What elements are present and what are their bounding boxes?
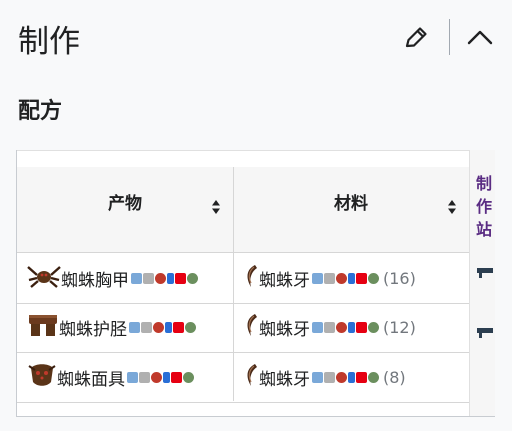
old-gen-console-icon xyxy=(155,272,166,284)
old-gen-console-icon xyxy=(153,321,164,333)
edit-button[interactable] xyxy=(398,22,434,58)
product-cell: 蜘蛛护胫 xyxy=(27,302,233,352)
console-icon xyxy=(324,371,335,383)
ingredient-count: (12) xyxy=(383,317,416,337)
section-header: 制作 xyxy=(0,0,512,80)
section-title: 制作 xyxy=(18,24,80,60)
tmodloader-icon xyxy=(368,272,379,284)
chevron-up-icon xyxy=(465,23,495,57)
ingredients-header-label: 材料 xyxy=(334,194,368,214)
ingredients-column-header[interactable]: 材料 xyxy=(233,167,469,253)
tmodloader-icon xyxy=(183,371,194,383)
mobile-icon xyxy=(348,321,355,333)
console-icon xyxy=(141,321,152,333)
ingredient-cell: 蜘蛛牙 (12) xyxy=(243,302,469,352)
console-icon xyxy=(324,272,335,284)
tmodloader-icon xyxy=(368,321,379,333)
desktop-icon xyxy=(131,272,142,284)
old-gen-console-icon xyxy=(336,272,347,284)
platform-icons xyxy=(127,371,194,383)
spider-fang-icon[interactable] xyxy=(243,362,259,392)
pencil-icon xyxy=(402,24,430,56)
ingredient-link[interactable]: 蜘蛛牙 xyxy=(259,365,310,390)
table-row: 蜘蛛面具 蜘蛛牙 (8) xyxy=(17,352,469,403)
platform-icons xyxy=(312,272,379,284)
mobile-icon xyxy=(167,272,174,284)
spider-greaves-icon[interactable] xyxy=(27,312,59,342)
product-cell: 蜘蛛面具 xyxy=(27,352,233,402)
recipes-heading: 配方 xyxy=(18,99,63,124)
station-header-label: 制作站 xyxy=(476,174,493,239)
spider-fang-icon[interactable] xyxy=(243,263,259,293)
switch-icon xyxy=(356,321,367,333)
crafting-station-icon[interactable] xyxy=(476,264,494,278)
spider-breastplate-icon[interactable] xyxy=(27,263,61,293)
product-link[interactable]: 蜘蛛护胫 xyxy=(59,315,127,340)
switch-icon xyxy=(173,321,184,333)
sort-icon[interactable] xyxy=(447,199,457,215)
recipes-table[interactable]: 产物 材料 蜘蛛胸甲 蜘蛛牙 (16) 蜘蛛护胫 蜘蛛牙 (12) 蜘蛛面具 蜘… xyxy=(16,150,495,417)
spider-mask-icon[interactable] xyxy=(27,362,57,392)
table-row: 蜘蛛护胫 蜘蛛牙 (12) xyxy=(17,302,469,353)
ingredient-link[interactable]: 蜘蛛牙 xyxy=(259,266,310,291)
product-link[interactable]: 蜘蛛面具 xyxy=(57,365,125,390)
desktop-icon xyxy=(312,321,323,333)
console-icon xyxy=(139,371,150,383)
desktop-icon xyxy=(127,371,138,383)
header-divider xyxy=(449,19,450,55)
desktop-icon xyxy=(312,272,323,284)
old-gen-console-icon xyxy=(151,371,162,383)
collapse-button[interactable] xyxy=(462,22,498,58)
spider-fang-icon[interactable] xyxy=(243,312,259,342)
product-link[interactable]: 蜘蛛胸甲 xyxy=(61,266,129,291)
switch-icon xyxy=(171,371,182,383)
crafting-station-icon[interactable] xyxy=(476,324,494,338)
old-gen-console-icon xyxy=(336,371,347,383)
console-icon xyxy=(143,272,154,284)
ingredient-count: (16) xyxy=(383,268,416,288)
mobile-icon xyxy=(163,371,170,383)
desktop-icon xyxy=(312,371,323,383)
tmodloader-icon xyxy=(185,321,196,333)
tmodloader-icon xyxy=(187,272,198,284)
platform-icons xyxy=(131,272,198,284)
desktop-icon xyxy=(129,321,140,333)
product-header-label: 产物 xyxy=(108,194,142,214)
console-icon xyxy=(324,321,335,333)
product-cell: 蜘蛛胸甲 xyxy=(27,253,233,303)
platform-icons xyxy=(312,371,379,383)
table-row: 蜘蛛胸甲 蜘蛛牙 (16) xyxy=(17,252,469,304)
table-header: 产物 材料 xyxy=(17,167,469,253)
tmodloader-icon xyxy=(368,371,379,383)
platform-icons xyxy=(129,321,196,333)
product-column-header[interactable]: 产物 xyxy=(17,167,233,253)
switch-icon xyxy=(356,371,367,383)
switch-icon xyxy=(175,272,186,284)
recipes-table-body: 产物 材料 蜘蛛胸甲 蜘蛛牙 (16) 蜘蛛护胫 蜘蛛牙 (12) 蜘蛛面具 蜘… xyxy=(17,150,469,416)
station-column: 制作站 xyxy=(469,150,495,416)
sort-icon[interactable] xyxy=(211,199,221,215)
mobile-icon xyxy=(165,321,172,333)
ingredient-count: (8) xyxy=(383,367,406,387)
ingredient-link[interactable]: 蜘蛛牙 xyxy=(259,315,310,340)
switch-icon xyxy=(356,272,367,284)
ingredient-cell: 蜘蛛牙 (16) xyxy=(243,253,469,303)
ingredient-cell: 蜘蛛牙 (8) xyxy=(243,352,469,402)
mobile-icon xyxy=(348,371,355,383)
platform-icons xyxy=(312,321,379,333)
old-gen-console-icon xyxy=(336,321,347,333)
mobile-icon xyxy=(348,272,355,284)
